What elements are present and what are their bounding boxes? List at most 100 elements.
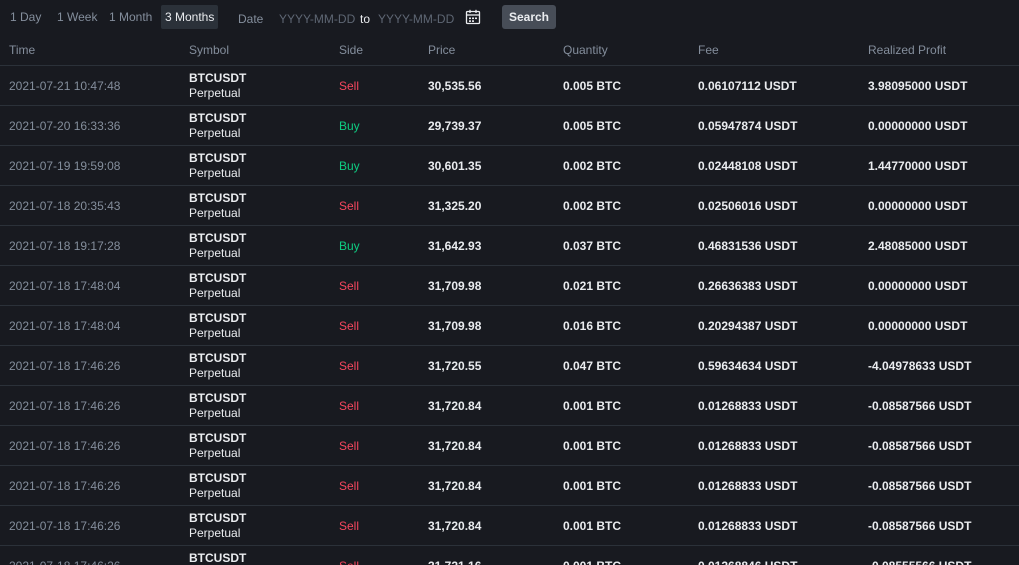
symbol-name: BTCUSDT [189,431,247,445]
symbol-name: BTCUSDT [189,551,247,565]
trade-quantity: 0.021 BTC [563,279,622,293]
table-row[interactable]: 2021-07-18 17:48:04 BTCUSDT Perpetual Sell 3… [0,305,1019,345]
trade-symbol: BTCUSDTPerpetual [189,551,246,565]
contract-type: Perpetual [189,246,241,260]
table-row[interactable]: 2021-07-18 17:46:26 BTCUSDTPerpetual Sell 3… [0,385,1019,425]
trade-time: 2021-07-18 19:17:28 [9,239,121,253]
table-row[interactable]: 2021-07-18 20:35:43 BTCUSDT Perpetual Sell 3… [0,185,1019,225]
trade-side: Buy [339,239,360,253]
contract-type: Perpetual [189,286,241,300]
trade-quantity: 0.001 BTC [563,439,622,453]
trade-realized-profit: 0.00000000 USDT [868,119,968,133]
range-1-month-button[interactable]: 1 Month [109,5,152,29]
table-row[interactable]: 2021-07-18 19:17:28 BTCUSDT Perpetual Buy 31… [0,225,1019,265]
symbol-name: BTCUSDT [189,151,247,165]
contract-type: Perpetual [189,366,241,380]
trade-quantity: 0.002 BTC [563,159,622,173]
trade-fee: 0.01268833 USDT [698,479,798,493]
trade-time: 2021-07-18 17:46:26 [9,559,120,565]
trade-quantity: 0.001 BTC [563,519,622,533]
trade-time: 2021-07-19 19:59:08 [9,159,121,173]
trade-price: 31,720.84 [428,439,482,453]
trade-realized-profit: -0.08587566 USDT [868,519,972,533]
table-row[interactable]: 2021-07-19 19:59:08 BTCUSDT Perpetual Buy 30… [0,145,1019,185]
trade-quantity: 0.002 BTC [563,199,622,213]
trade-fee: 0.06107112 USDT [698,79,797,93]
trade-realized-profit: 0.00000000 USDT [868,279,968,293]
column-header-symbol[interactable]: Symbol [189,38,229,62]
trade-time: 2021-07-18 17:46:26 [9,519,121,533]
table-row[interactable]: 2021-07-21 10:47:48 BTCUSDT Perpetual Sell 3… [0,65,1019,105]
column-header-price[interactable]: Price [428,38,455,62]
symbol-name: BTCUSDT [189,111,247,125]
calendar-icon[interactable] [465,9,481,25]
trade-side: Sell [339,199,360,213]
trade-side: Buy [339,159,360,173]
table-row[interactable]: 2021-07-18 17:46:26 BTCUSDTPerpetual Sell 3… [0,425,1019,465]
trade-price: 31,720.84 [428,519,482,533]
column-header-realized-profit[interactable]: Realized Profit [868,38,946,62]
trade-symbol: BTCUSDTPerpetual [189,231,246,261]
trade-symbol: BTCUSDTPerpetual [189,391,246,421]
trade-table-body: 2021-07-21 10:47:48 BTCUSDT Perpetual Sell 3… [0,65,1019,565]
trade-quantity: 0.005 BTC [563,79,622,93]
trade-symbol: BTCUSDTPerpetual [189,351,246,381]
symbol-name: BTCUSDT [189,351,247,365]
trade-quantity: 0.001 BTC [563,559,621,565]
table-row[interactable]: 2021-07-18 17:46:26 BTCUSDTPerpetual Sell 3… [0,505,1019,545]
trade-symbol: BTCUSDTPerpetual [189,431,246,461]
trade-side: Sell [339,79,360,93]
trade-side: Sell [339,479,360,493]
trade-time: 2021-07-21 10:47:48 [9,79,121,93]
column-header-time[interactable]: Time [9,38,35,62]
trade-price: 31,709.98 [428,279,482,293]
symbol-name: BTCUSDT [189,471,247,485]
table-row[interactable]: 2021-07-18 17:46:26 BTCUSDTPerpetual Sell 3… [0,345,1019,385]
contract-type: Perpetual [189,326,241,340]
range-1-day-button[interactable]: 1 Day [10,5,41,29]
symbol-name: BTCUSDT [189,191,247,205]
column-header-quantity[interactable]: Quantity [563,38,608,62]
trade-fee: 0.01268833 USDT [698,439,798,453]
range-1-week-button[interactable]: 1 Week [57,5,97,29]
trade-side: Sell [339,559,359,565]
symbol-name: BTCUSDT [189,71,247,85]
trade-side: Sell [339,439,360,453]
trade-price: 31,721.16 [428,559,481,565]
trade-fee: 0.02448108 USDT [698,159,798,173]
table-row[interactable]: 2021-07-18 17:48:04 BTCUSDT Perpetual Sell 3… [0,265,1019,305]
range-3-months-button[interactable]: 3 Months [161,5,219,29]
trade-quantity: 0.047 BTC [563,359,622,373]
table-row[interactable]: 2021-07-18 17:46:26 BTCUSDTPerpetual Sell 3… [0,465,1019,505]
column-header-fee[interactable]: Fee [698,38,719,62]
trade-time: 2021-07-18 17:48:04 [9,319,121,333]
trade-realized-profit: -4.04978633 USDT [868,359,972,373]
trade-fee: 0.26636383 USDT [698,279,798,293]
trade-realized-profit: -0.08555566 USDT [868,559,971,565]
trade-realized-profit: 1.44770000 USDT [868,159,968,173]
trade-realized-profit: -0.08587566 USDT [868,479,972,493]
symbol-name: BTCUSDT [189,391,247,405]
trade-realized-profit: -0.08587566 USDT [868,439,972,453]
trade-fee: 0.01268846 USDT [698,559,797,565]
trade-fee: 0.46831536 USDT [698,239,798,253]
search-button[interactable]: Search [502,5,556,29]
trade-price: 31,325.20 [428,199,482,213]
trade-realized-profit: 3.98095000 USDT [868,79,968,93]
contract-type: Perpetual [189,166,241,180]
trade-price: 31,709.98 [428,319,482,333]
symbol-name: BTCUSDT [189,311,247,325]
table-row[interactable]: 2021-07-18 17:46:26 BTCUSDTPerpetual Sell 3… [0,545,1019,565]
trade-fee: 0.01268833 USDT [698,519,798,533]
start-date-input[interactable] [279,5,359,31]
trade-symbol: BTCUSDTPerpetual [189,471,246,501]
trade-time: 2021-07-18 17:46:26 [9,359,121,373]
trade-side: Sell [339,279,360,293]
trade-realized-profit: 2.48085000 USDT [868,239,968,253]
trade-side: Sell [339,319,360,333]
end-date-input[interactable] [378,5,458,31]
trade-fee: 0.02506016 USDT [698,199,798,213]
table-row[interactable]: 2021-07-20 16:33:36 BTCUSDT Perpetual Buy 29… [0,105,1019,145]
column-header-side[interactable]: Side [339,38,363,62]
trade-side: Sell [339,359,360,373]
